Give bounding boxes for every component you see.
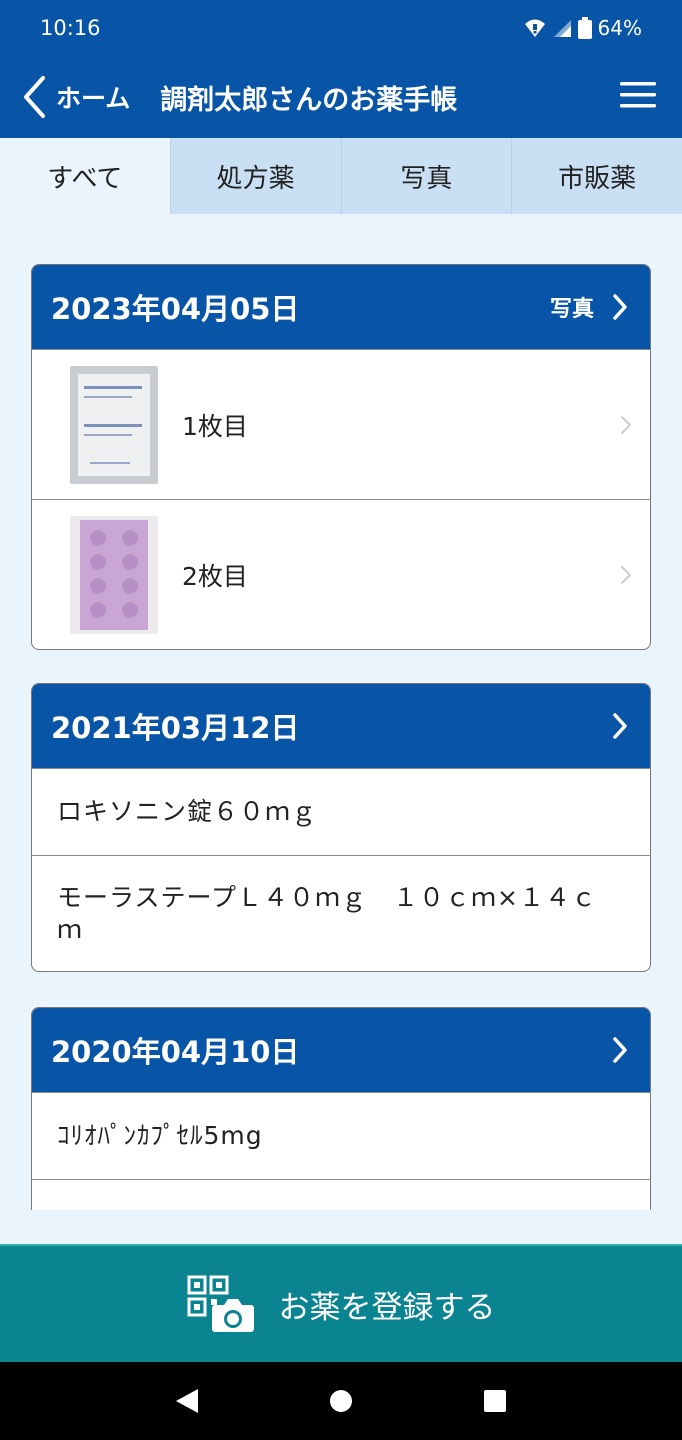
- medicine-name: モーラステープＬ４０ｍｇ １０ｃｍ×１４ｃｍ: [57, 882, 597, 944]
- battery-icon: [577, 17, 592, 39]
- card-action-label: 写真: [549, 297, 594, 322]
- record-date: 2021年03月12日: [51, 711, 300, 745]
- card-photo-link[interactable]: 写真: [550, 291, 628, 323]
- medicine-item[interactable]: モーラステープＬ４０ｍｇ １０ｃｍ×１４ｃｍ: [32, 855, 650, 971]
- wifi-icon: [524, 19, 545, 37]
- status-time: 10:16: [40, 16, 101, 40]
- home-circle-icon[interactable]: [328, 1388, 354, 1414]
- photo-row[interactable]: 1枚目: [32, 349, 650, 499]
- medicine-item[interactable]: ｺﾘｵﾊﾟﾝｶﾌﾟｾﾙ5mg: [32, 1092, 650, 1179]
- tab-prescription[interactable]: 処方薬: [170, 138, 342, 214]
- medicine-item[interactable]: ロキソニン錠６０ｍｇ: [32, 768, 650, 855]
- chevron-left-icon: [24, 76, 45, 118]
- record-card: 2021年03月12日 ロキソニン錠６０ｍｇ モーラステープＬ４０ｍｇ １０ｃｍ…: [31, 683, 651, 972]
- card-header[interactable]: 2023年04月05日 写真: [32, 265, 650, 349]
- record-card: 2020年04月10日 ｺﾘｵﾊﾟﾝｶﾌﾟｾﾙ5mg: [31, 1007, 651, 1210]
- photo-label: 2枚目: [182, 561, 248, 591]
- tab-otc[interactable]: 市販薬: [512, 138, 682, 214]
- record-list[interactable]: 2023年04月05日 写真 1枚目 2枚目 2021年03月12日 ロキソニン…: [0, 214, 682, 1210]
- chevron-right-icon: [613, 294, 627, 320]
- chevron-right-icon: [621, 565, 631, 584]
- back-label: ホーム: [56, 84, 131, 113]
- chevron-right-icon: [613, 1037, 627, 1063]
- medicine-photo-thumbnail: [70, 515, 158, 634]
- record-date: 2023年04月05日: [51, 292, 300, 326]
- qr-camera-icon: [187, 1275, 254, 1332]
- chevron-right-icon: [613, 713, 627, 739]
- status-icons: 64%: [524, 16, 642, 40]
- hamburger-menu-icon: [620, 82, 656, 108]
- back-button[interactable]: ホーム: [22, 75, 130, 119]
- medicine-name: ｺﾘｵﾊﾟﾝｶﾌﾟｾﾙ5mg: [57, 1121, 263, 1150]
- tab-photos[interactable]: 写真: [341, 138, 513, 214]
- recents-square-icon[interactable]: [482, 1388, 508, 1414]
- menu-button[interactable]: [620, 80, 656, 114]
- tab-all[interactable]: すべて: [0, 138, 171, 214]
- battery-level: 64%: [597, 16, 642, 40]
- register-medicine-button[interactable]: お薬を登録する: [0, 1244, 682, 1362]
- register-label: お薬を登録する: [278, 1289, 496, 1326]
- system-nav-bar: [0, 1362, 682, 1440]
- card-header[interactable]: 2020年04月10日: [32, 1008, 650, 1092]
- record-card: 2023年04月05日 写真 1枚目 2枚目: [31, 264, 651, 650]
- signal-icon: [553, 20, 571, 37]
- medicine-name: ロキソニン錠６０ｍｇ: [57, 797, 318, 826]
- card-header[interactable]: 2021年03月12日: [32, 684, 650, 768]
- chevron-right-icon: [621, 415, 631, 434]
- record-date: 2020年04月10日: [51, 1035, 300, 1069]
- photo-label: 1枚目: [182, 411, 248, 441]
- back-triangle-icon[interactable]: [174, 1387, 200, 1415]
- tab-bar: すべて 処方薬 写真 市販薬: [0, 138, 682, 214]
- photo-row[interactable]: 2枚目: [32, 499, 650, 649]
- medicine-item[interactable]: [32, 1179, 650, 1210]
- status-bar: 10:16 64%: [0, 0, 682, 56]
- medicine-photo-thumbnail: [70, 365, 158, 484]
- page-title: 調剤太郎さんのお薬手帳: [160, 84, 458, 116]
- app-header: ホーム 調剤太郎さんのお薬手帳: [0, 56, 682, 138]
